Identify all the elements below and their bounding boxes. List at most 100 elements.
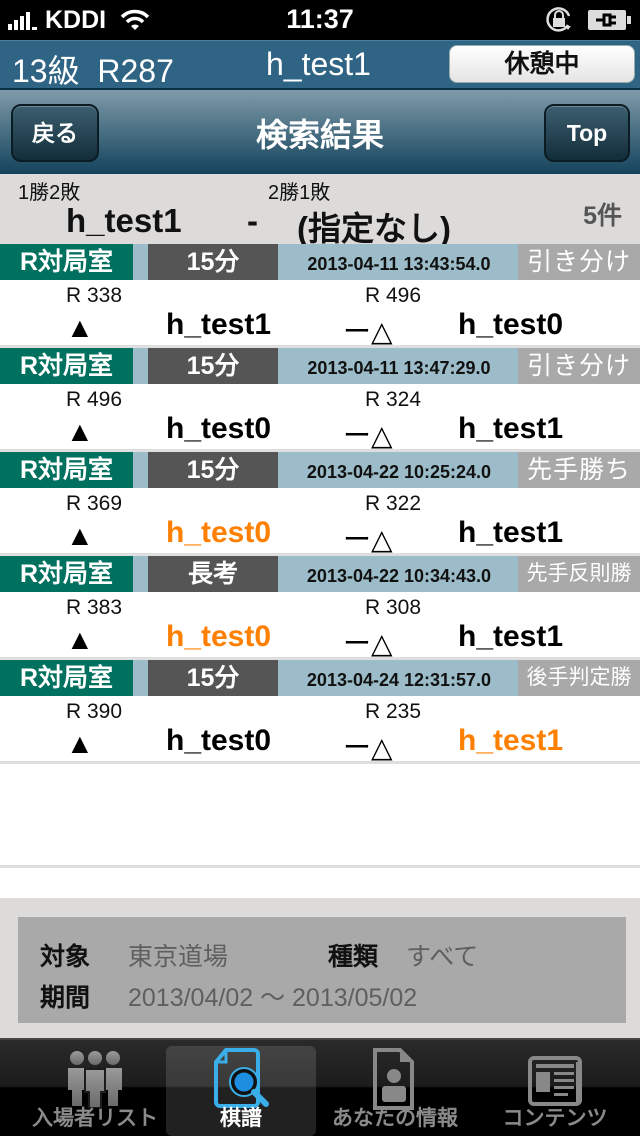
tab-bar: 入場者リスト 棋譜 あなたの情報 コンテンツ: [0, 1038, 640, 1136]
black-player: h_test0: [166, 412, 272, 445]
game-header: R対局室 15分 2013-04-11 13:47:29.0 引き分け: [0, 348, 640, 384]
black-rating: R 496: [66, 388, 123, 411]
black-rating: R 383: [66, 596, 123, 619]
period-label: 期間: [40, 984, 91, 1012]
tab-label: 棋譜: [220, 1107, 262, 1130]
user-grade-rating: 13級 R287: [12, 46, 174, 92]
game-header: R対局室 15分 2013-04-24 12:31:57.0 後手判定勝: [0, 660, 640, 696]
black-piece-icon: ▲: [66, 728, 94, 759]
user-rating: R287: [97, 53, 174, 89]
top-button[interactable]: Top: [544, 104, 630, 162]
white-piece-icon: ー△: [343, 628, 393, 659]
rest-status-button[interactable]: 休憩中: [449, 45, 635, 83]
black-player: h_test1: [166, 308, 272, 341]
player2-record: 2勝1敗: [268, 182, 331, 204]
type-label: 種類: [328, 943, 379, 971]
tab-contents[interactable]: コンテンツ: [480, 1046, 630, 1136]
game-row[interactable]: R対局室 長考 2013-04-22 10:34:43.0 先手反則勝 R 38…: [0, 556, 640, 660]
white-player: h_test0: [458, 308, 564, 341]
result-badge: 先手勝ち: [518, 452, 640, 488]
time-control-badge: 15分: [148, 244, 278, 280]
black-piece-icon: ▲: [66, 520, 94, 551]
white-player: h_test1: [458, 620, 564, 653]
rotation-lock-icon: [546, 7, 571, 32]
room-badge: R対局室: [0, 348, 133, 384]
game-datetime: 2013-04-11 13:43:54.0: [307, 254, 491, 274]
user-grade: 13級: [12, 53, 80, 89]
type-value: すべて: [406, 943, 479, 971]
game-header: R対局室 15分 2013-04-22 10:25:24.0 先手勝ち: [0, 452, 640, 488]
black-piece-icon: ▲: [66, 624, 94, 655]
white-piece-icon: ー△: [343, 524, 393, 555]
game-row[interactable]: R対局室 15分 2013-04-24 12:31:57.0 後手判定勝 R 3…: [0, 660, 640, 764]
white-piece-icon: ー△: [343, 316, 393, 347]
game-row[interactable]: R対局室 15分 2013-04-11 13:43:54.0 引き分け R 33…: [0, 244, 640, 348]
vs-separator: -: [247, 202, 258, 239]
user-info-bar: 13級 R287 h_test1 休憩中: [0, 40, 640, 89]
black-rating: R 390: [66, 700, 123, 723]
tab-label: あなたの情報: [332, 1107, 458, 1130]
time-control-badge: 15分: [148, 348, 278, 384]
people-icon: [68, 1051, 122, 1108]
white-player: h_test1: [458, 724, 564, 757]
white-piece-icon: ー△: [343, 732, 393, 763]
game-datetime: 2013-04-24 12:31:57.0: [306, 670, 492, 690]
navigation-bar: 戻る 検索結果 Top: [0, 88, 640, 174]
search-summary: 1勝2敗 2勝1敗 h_test1 - (指定なし) 5件: [0, 174, 640, 247]
result-count: 5件: [583, 202, 622, 230]
black-player: h_test0: [166, 620, 272, 653]
game-row[interactable]: R対局室 15分 2013-04-11 13:47:29.0 引き分け R 49…: [0, 348, 640, 452]
username: h_test1: [266, 46, 371, 82]
period-value: 2013/04/02 〜 2013/05/02: [128, 984, 418, 1012]
time-control-badge: 長考: [148, 556, 278, 592]
player1-name: h_test1: [66, 202, 182, 239]
room-badge: R対局室: [0, 452, 133, 488]
result-badge: 引き分け: [518, 348, 640, 384]
time-control-badge: 15分: [148, 452, 278, 488]
game-row[interactable]: R対局室 15分 2013-04-22 10:25:24.0 先手勝ち R 36…: [0, 452, 640, 556]
white-rating: R 324: [365, 388, 422, 411]
black-piece-icon: ▲: [66, 312, 94, 343]
target-label: 対象: [40, 943, 91, 971]
game-header: R対局室 15分 2013-04-11 13:43:54.0 引き分け: [0, 244, 640, 280]
tab-your-info[interactable]: あなたの情報: [320, 1046, 470, 1136]
player1-record: 1勝2敗: [18, 182, 81, 204]
black-player: h_test0: [166, 724, 272, 757]
white-rating: R 235: [365, 700, 422, 723]
game-datetime: 2013-04-22 10:34:43.0: [306, 566, 492, 586]
white-rating: R 322: [365, 492, 422, 515]
game-datetime: 2013-04-11 13:47:29.0: [307, 358, 491, 378]
white-rating: R 496: [365, 284, 422, 307]
black-piece-icon: ▲: [66, 416, 94, 447]
game-header: R対局室 長考 2013-04-22 10:34:43.0 先手反則勝: [0, 556, 640, 592]
black-player: h_test0: [166, 516, 272, 549]
tab-visitor-list[interactable]: 入場者リスト: [20, 1046, 170, 1136]
room-badge: R対局室: [0, 660, 133, 696]
target-value: 東京道場: [128, 943, 229, 971]
white-player: h_test1: [458, 516, 564, 549]
tab-label: コンテンツ: [502, 1107, 608, 1130]
result-badge: 後手判定勝: [518, 660, 640, 696]
document-search-icon: [214, 1048, 269, 1108]
white-piece-icon: ー△: [343, 420, 393, 451]
empty-list-row: [0, 764, 640, 868]
white-player: h_test1: [458, 412, 564, 445]
time-control-badge: 15分: [148, 660, 278, 696]
game-list: R対局室 15分 2013-04-11 13:43:54.0 引き分け R 33…: [0, 244, 640, 868]
newspaper-icon: [528, 1056, 582, 1106]
room-badge: R対局室: [0, 556, 133, 592]
tab-kifu[interactable]: 棋譜: [166, 1046, 316, 1136]
black-rating: R 369: [66, 492, 123, 515]
game-datetime: 2013-04-22 10:25:24.0: [306, 462, 492, 482]
player2-name: (指定なし): [297, 210, 451, 247]
black-rating: R 338: [66, 284, 123, 307]
search-conditions: 対象 東京道場 種類 すべて 期間 2013/04/02 〜 2013/05/0…: [18, 917, 626, 1023]
battery-charging-icon: [588, 10, 631, 30]
white-rating: R 308: [365, 596, 422, 619]
room-badge: R対局室: [0, 244, 133, 280]
status-bar: KDDI 11:37: [0, 0, 640, 40]
filter-panel-container: 対象 東京道場 種類 すべて 期間 2013/04/02 〜 2013/05/0…: [0, 898, 640, 1038]
result-badge: 引き分け: [518, 244, 640, 280]
result-badge: 先手反則勝: [518, 556, 640, 592]
tab-label: 入場者リスト: [32, 1107, 158, 1130]
